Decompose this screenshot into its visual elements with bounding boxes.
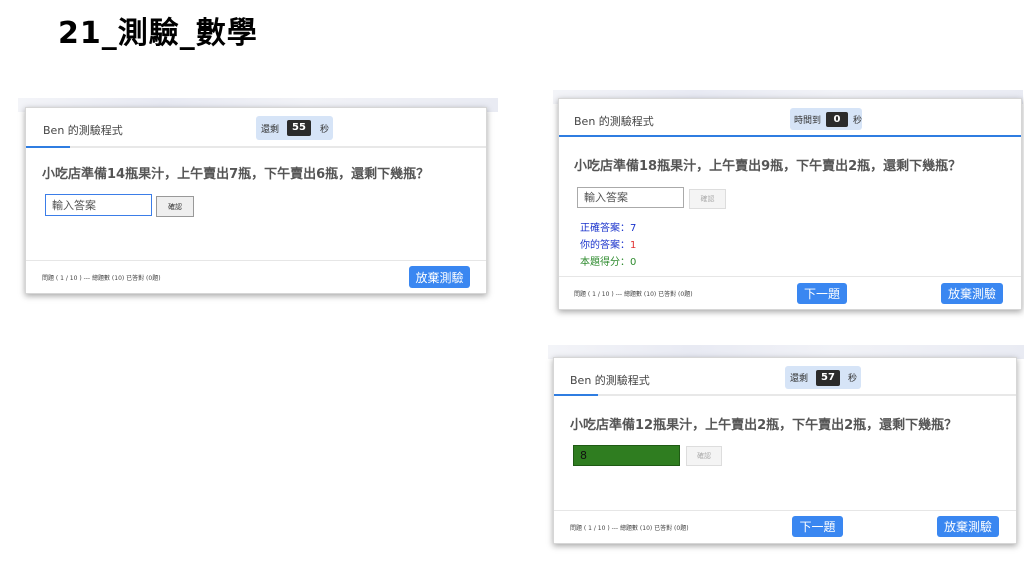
next-question-button[interactable]: 下一題 xyxy=(792,516,843,537)
active-tab-underline xyxy=(554,394,598,396)
quiz-footer: 問題 ( 1 / 10 ) --- 總題數 (10) 已答對 (0題) 放棄測驗 xyxy=(26,260,486,293)
quiz-footer: 問題 ( 1 / 10 ) --- 總題數 (10) 已答對 (0題) 下一題 … xyxy=(559,276,1021,309)
progress-status: 問題 ( 1 / 10 ) --- 總題數 (10) 已答對 (0題) xyxy=(42,275,161,282)
countdown-timer: 還剩 57 秒 xyxy=(785,366,861,389)
correct-answer-label: 正確答案： xyxy=(580,223,630,234)
countdown-timer: 還剩 55 秒 xyxy=(256,116,333,140)
timer-seconds: 57 xyxy=(816,369,841,386)
app-brand: Ben 的測驗程式 xyxy=(574,115,654,128)
timer-prefix: 還剩 xyxy=(261,124,280,135)
correct-answer-line: 正確答案：7 xyxy=(580,219,636,234)
countdown-timer: 時間到 0 秒 xyxy=(790,108,862,130)
quit-quiz-button[interactable]: 放棄測驗 xyxy=(409,266,470,288)
score-label: 本題得分： xyxy=(580,257,630,268)
confirm-button[interactable]: 確認 xyxy=(686,446,722,466)
quit-quiz-button[interactable]: 放棄測驗 xyxy=(941,283,1003,304)
timer-suffix: 秒 xyxy=(852,115,862,126)
timer-seconds: 0 xyxy=(826,111,848,127)
active-tab-underline xyxy=(26,146,70,148)
question-text: 小吃店準備14瓶果汁，上午賣出7瓶，下午賣出6瓶，還剩下幾瓶？ xyxy=(42,167,430,182)
confirm-button[interactable]: 確認 xyxy=(156,196,194,217)
quiz-header: Ben 的測驗程式 還剩 55 秒 xyxy=(26,108,486,148)
your-answer-value: 1 xyxy=(630,240,637,251)
answer-input[interactable] xyxy=(45,194,152,216)
app-brand: Ben 的測驗程式 xyxy=(43,124,123,137)
quiz-footer: 問題 ( 1 / 10 ) --- 總題數 (10) 已答對 (0題) 下一題 … xyxy=(554,510,1016,543)
correct-answer-value: 7 xyxy=(630,223,637,234)
your-answer-label: 你的答案： xyxy=(580,240,630,251)
next-question-button[interactable]: 下一題 xyxy=(797,283,847,304)
slide-title: 21_測驗_數學 xyxy=(58,16,258,51)
your-answer-line: 你的答案：1 xyxy=(580,236,636,251)
quiz-header: Ben 的測驗程式 還剩 57 秒 xyxy=(554,358,1016,396)
timer-suffix: 秒 xyxy=(848,374,858,384)
quiz-window-2: Ben 的測驗程式 時間到 0 秒 小吃店準備18瓶果汁，上午賣出9瓶，下午賣出… xyxy=(558,98,1022,310)
answer-input[interactable] xyxy=(573,445,680,466)
progress-status: 問題 ( 1 / 10 ) --- 總題數 (10) 已答對 (0題) xyxy=(574,291,693,298)
score-value: 0 xyxy=(630,257,637,268)
quiz-header: Ben 的測驗程式 時間到 0 秒 xyxy=(559,99,1021,137)
timer-prefix: 時間到 xyxy=(794,115,822,126)
app-brand: Ben 的測驗程式 xyxy=(570,374,650,387)
progress-status: 問題 ( 1 / 10 ) --- 總題數 (10) 已答對 (0題) xyxy=(570,525,689,532)
quiz-window-3: Ben 的測驗程式 還剩 57 秒 小吃店準備12瓶果汁，上午賣出2瓶，下午賣出… xyxy=(553,357,1017,544)
timer-suffix: 秒 xyxy=(320,124,330,135)
answer-input[interactable] xyxy=(577,187,684,208)
timer-prefix: 還剩 xyxy=(790,374,809,384)
quiz-window-1: Ben 的測驗程式 還剩 55 秒 小吃店準備14瓶果汁，上午賣出7瓶，下午賣出… xyxy=(25,107,487,294)
confirm-button[interactable]: 確認 xyxy=(689,189,726,209)
score-line: 本題得分：0 xyxy=(580,253,636,268)
question-text: 小吃店準備18瓶果汁，上午賣出9瓶，下午賣出2瓶，還剩下幾瓶？ xyxy=(574,159,962,174)
active-tab-underline xyxy=(559,135,1021,137)
quit-quiz-button[interactable]: 放棄測驗 xyxy=(937,516,999,537)
question-text: 小吃店準備12瓶果汁，上午賣出2瓶，下午賣出2瓶，還剩下幾瓶？ xyxy=(570,418,958,433)
timer-seconds: 55 xyxy=(287,120,312,136)
